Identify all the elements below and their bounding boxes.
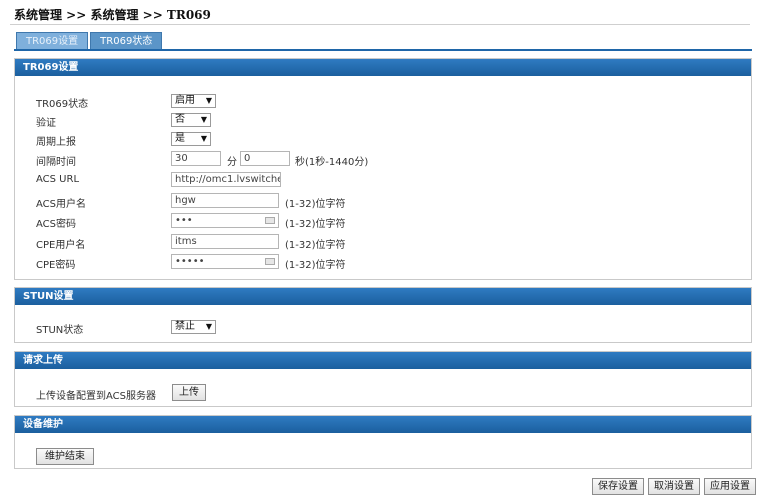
upload-panel: 请求上传 上传设备配置到ACS服务器 上传 — [14, 351, 752, 407]
periodic-report-value: 是 — [175, 133, 185, 144]
upload-panel-title: 请求上传 — [15, 352, 751, 369]
acs-username-input[interactable]: hgw — [171, 193, 279, 208]
end-maintenance-button[interactable]: 维护结束 — [36, 448, 94, 465]
maintenance-panel: 设备维护 维护结束 — [14, 415, 752, 469]
apply-settings-button[interactable]: 应用设置 — [704, 478, 756, 495]
tr069-panel: TR069设置 TR069状态 启用 ▼ 验证 否 ▼ 周期上报 是 ▼ 间隔时间 3… — [14, 58, 752, 280]
stun-panel-title: STUN设置 — [15, 288, 751, 305]
tr069-status-value: 启用 — [175, 95, 195, 106]
stun-status-label: STUN状态 — [36, 325, 84, 336]
tab-tr069-settings[interactable]: TR069设置 — [16, 32, 89, 50]
tab-bar: TR069设置 TR069状态 — [16, 32, 163, 50]
tab-tr069-status[interactable]: TR069状态 — [90, 32, 163, 50]
keyboard-icon — [265, 258, 275, 265]
auth-select[interactable]: 否 ▼ — [171, 113, 211, 127]
cancel-settings-button[interactable]: 取消设置 — [648, 478, 700, 495]
breadcrumb: 系统管理 >> 系统管理 >> TR069 — [14, 8, 211, 22]
periodic-report-select[interactable]: 是 ▼ — [171, 132, 211, 146]
acs-password-label: ACS密码 — [36, 219, 76, 230]
acs-username-label: ACS用户名 — [36, 199, 86, 210]
keyboard-icon — [265, 217, 275, 224]
dropdown-arrow-icon: ▼ — [200, 115, 207, 124]
tab-underline — [14, 49, 752, 51]
dropdown-arrow-icon: ▼ — [205, 322, 212, 331]
maintenance-panel-title: 设备维护 — [15, 416, 751, 433]
stun-panel: STUN设置 STUN状态 禁止 ▼ — [14, 287, 752, 343]
cpe-password-note: (1-32)位字符 — [285, 260, 346, 271]
dropdown-arrow-icon: ▼ — [205, 96, 212, 105]
interval-note: 秒(1秒-1440分) — [295, 157, 369, 168]
acs-url-input[interactable]: http://omc1.lvswitche — [171, 172, 281, 187]
stun-status-value: 禁止 — [175, 321, 195, 332]
auth-label: 验证 — [36, 118, 56, 129]
tr069-status-select[interactable]: 启用 ▼ — [171, 94, 216, 108]
tr069-panel-title: TR069设置 — [15, 59, 751, 76]
cpe-username-note: (1-32)位字符 — [285, 240, 346, 251]
periodic-report-label: 周期上报 — [36, 137, 76, 148]
stun-status-select[interactable]: 禁止 ▼ — [171, 320, 216, 334]
interval-minutes-unit: 分 — [227, 157, 237, 168]
cpe-password-input[interactable]: ••••• — [171, 254, 279, 269]
cpe-username-input[interactable]: itms — [171, 234, 279, 249]
tr069-status-label: TR069状态 — [36, 99, 89, 110]
auth-value: 否 — [175, 114, 185, 125]
breadcrumb-divider — [10, 24, 750, 25]
interval-label: 间隔时间 — [36, 157, 76, 168]
acs-username-note: (1-32)位字符 — [285, 199, 346, 210]
acs-password-note: (1-32)位字符 — [285, 219, 346, 230]
cpe-password-value: ••••• — [175, 256, 205, 267]
acs-url-label: ACS URL — [36, 174, 80, 185]
dropdown-arrow-icon: ▼ — [200, 134, 207, 143]
cpe-username-label: CPE用户名 — [36, 240, 86, 251]
acs-password-input[interactable]: ••• — [171, 213, 279, 228]
interval-seconds-input[interactable]: 0 — [240, 151, 290, 166]
acs-password-value: ••• — [175, 215, 193, 226]
save-settings-button[interactable]: 保存设置 — [592, 478, 644, 495]
upload-label: 上传设备配置到ACS服务器 — [36, 391, 156, 402]
upload-button[interactable]: 上传 — [172, 384, 206, 401]
cpe-password-label: CPE密码 — [36, 260, 76, 271]
interval-minutes-input[interactable]: 30 — [171, 151, 221, 166]
